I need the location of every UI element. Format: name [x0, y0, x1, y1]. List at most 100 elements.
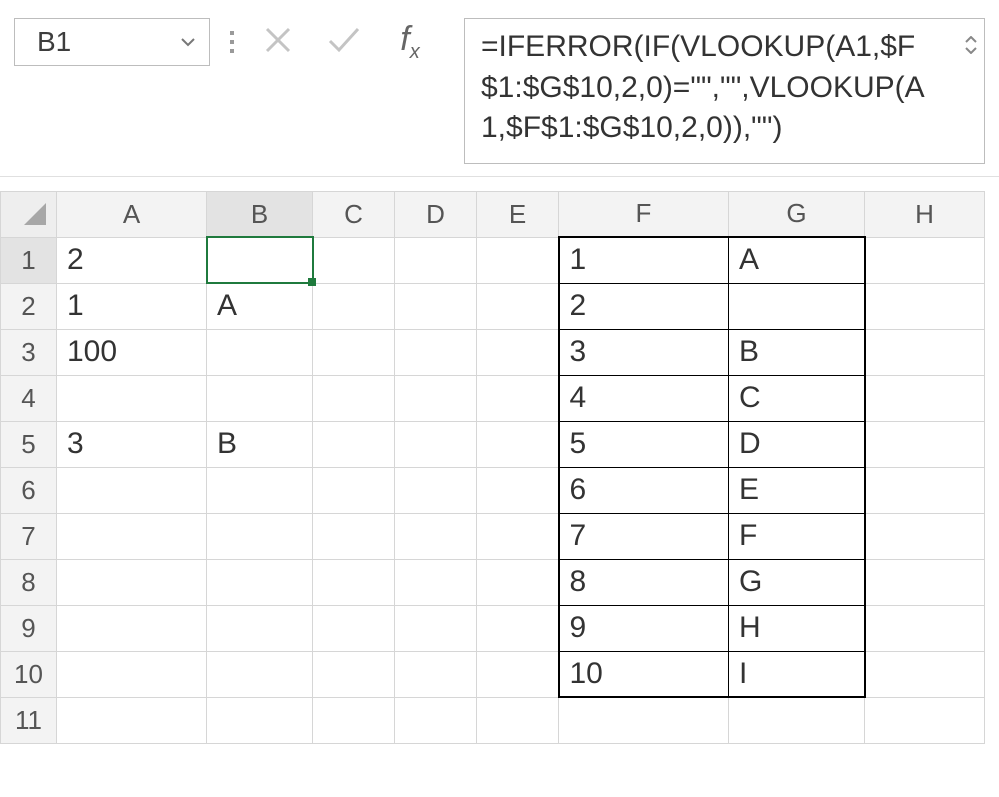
cell-G2[interactable]: [729, 283, 865, 329]
cell-C9[interactable]: [313, 605, 395, 651]
col-header-C[interactable]: C: [313, 191, 395, 237]
cell-D8[interactable]: [395, 559, 477, 605]
cell-D2[interactable]: [395, 283, 477, 329]
row-header-10[interactable]: 10: [1, 651, 57, 697]
cell-F2[interactable]: 2: [559, 283, 729, 329]
cell-E6[interactable]: [477, 467, 559, 513]
cell-C5[interactable]: [313, 421, 395, 467]
cell-A1[interactable]: 2: [57, 237, 207, 283]
cell-G5[interactable]: D: [729, 421, 865, 467]
cell-D5[interactable]: [395, 421, 477, 467]
cell-H1[interactable]: [865, 237, 985, 283]
cell-D3[interactable]: [395, 329, 477, 375]
cell-G10[interactable]: I: [729, 651, 865, 697]
cell-H8[interactable]: [865, 559, 985, 605]
cell-C1[interactable]: [313, 237, 395, 283]
confirm-button[interactable]: [312, 18, 376, 66]
worksheet[interactable]: ABCDEFGH121A21A231003B44C53B5D66E77F88G9…: [0, 191, 999, 744]
cell-C6[interactable]: [313, 467, 395, 513]
cell-F9[interactable]: 9: [559, 605, 729, 651]
cell-E1[interactable]: [477, 237, 559, 283]
cell-E2[interactable]: [477, 283, 559, 329]
name-box[interactable]: B1: [14, 18, 210, 66]
cell-A2[interactable]: 1: [57, 283, 207, 329]
expand-icon[interactable]: [964, 25, 978, 66]
cell-H6[interactable]: [865, 467, 985, 513]
cell-G11[interactable]: [729, 697, 865, 743]
cell-E3[interactable]: [477, 329, 559, 375]
cell-F8[interactable]: 8: [559, 559, 729, 605]
cell-E8[interactable]: [477, 559, 559, 605]
cell-H10[interactable]: [865, 651, 985, 697]
row-header-6[interactable]: 6: [1, 467, 57, 513]
cell-A10[interactable]: [57, 651, 207, 697]
cell-E11[interactable]: [477, 697, 559, 743]
cell-G4[interactable]: C: [729, 375, 865, 421]
cell-B10[interactable]: [207, 651, 313, 697]
row-header-11[interactable]: 11: [1, 697, 57, 743]
chevron-down-icon[interactable]: [181, 34, 195, 50]
cell-B11[interactable]: [207, 697, 313, 743]
col-header-B[interactable]: B: [207, 191, 313, 237]
cell-B1[interactable]: [207, 237, 313, 283]
cell-E4[interactable]: [477, 375, 559, 421]
cell-H7[interactable]: [865, 513, 985, 559]
cell-D6[interactable]: [395, 467, 477, 513]
cell-C4[interactable]: [313, 375, 395, 421]
row-header-1[interactable]: 1: [1, 237, 57, 283]
row-header-9[interactable]: 9: [1, 605, 57, 651]
cell-F7[interactable]: 7: [559, 513, 729, 559]
cell-H9[interactable]: [865, 605, 985, 651]
cell-G6[interactable]: E: [729, 467, 865, 513]
row-header-4[interactable]: 4: [1, 375, 57, 421]
cell-F6[interactable]: 6: [559, 467, 729, 513]
row-header-2[interactable]: 2: [1, 283, 57, 329]
cell-G8[interactable]: G: [729, 559, 865, 605]
cell-F3[interactable]: 3: [559, 329, 729, 375]
select-all-corner[interactable]: [1, 191, 57, 237]
cell-B4[interactable]: [207, 375, 313, 421]
row-header-8[interactable]: 8: [1, 559, 57, 605]
cell-C11[interactable]: [313, 697, 395, 743]
cell-H4[interactable]: [865, 375, 985, 421]
cell-F5[interactable]: 5: [559, 421, 729, 467]
insert-function-button[interactable]: fx: [378, 18, 442, 66]
cell-H2[interactable]: [865, 283, 985, 329]
cell-B7[interactable]: [207, 513, 313, 559]
cell-B2[interactable]: A: [207, 283, 313, 329]
cell-E9[interactable]: [477, 605, 559, 651]
cell-D4[interactable]: [395, 375, 477, 421]
col-header-F[interactable]: F: [559, 191, 729, 237]
col-header-D[interactable]: D: [395, 191, 477, 237]
cell-F10[interactable]: 10: [559, 651, 729, 697]
cell-D11[interactable]: [395, 697, 477, 743]
cell-G1[interactable]: A: [729, 237, 865, 283]
cell-A5[interactable]: 3: [57, 421, 207, 467]
cell-A4[interactable]: [57, 375, 207, 421]
cell-A7[interactable]: [57, 513, 207, 559]
cell-A9[interactable]: [57, 605, 207, 651]
cell-A6[interactable]: [57, 467, 207, 513]
col-header-G[interactable]: G: [729, 191, 865, 237]
cell-H5[interactable]: [865, 421, 985, 467]
formula-input[interactable]: =IFERROR(IF(VLOOKUP(A1,$F$1:$G$10,2,0)="…: [464, 18, 985, 164]
cell-C8[interactable]: [313, 559, 395, 605]
cell-E7[interactable]: [477, 513, 559, 559]
cell-B6[interactable]: [207, 467, 313, 513]
cell-A8[interactable]: [57, 559, 207, 605]
col-header-E[interactable]: E: [477, 191, 559, 237]
cell-D9[interactable]: [395, 605, 477, 651]
cell-C10[interactable]: [313, 651, 395, 697]
row-header-3[interactable]: 3: [1, 329, 57, 375]
col-header-A[interactable]: A: [57, 191, 207, 237]
cell-D1[interactable]: [395, 237, 477, 283]
cancel-button[interactable]: [246, 18, 310, 66]
cell-H3[interactable]: [865, 329, 985, 375]
cell-B9[interactable]: [207, 605, 313, 651]
cell-G3[interactable]: B: [729, 329, 865, 375]
cell-A11[interactable]: [57, 697, 207, 743]
cell-F1[interactable]: 1: [559, 237, 729, 283]
cell-D10[interactable]: [395, 651, 477, 697]
cell-G9[interactable]: H: [729, 605, 865, 651]
cell-C7[interactable]: [313, 513, 395, 559]
